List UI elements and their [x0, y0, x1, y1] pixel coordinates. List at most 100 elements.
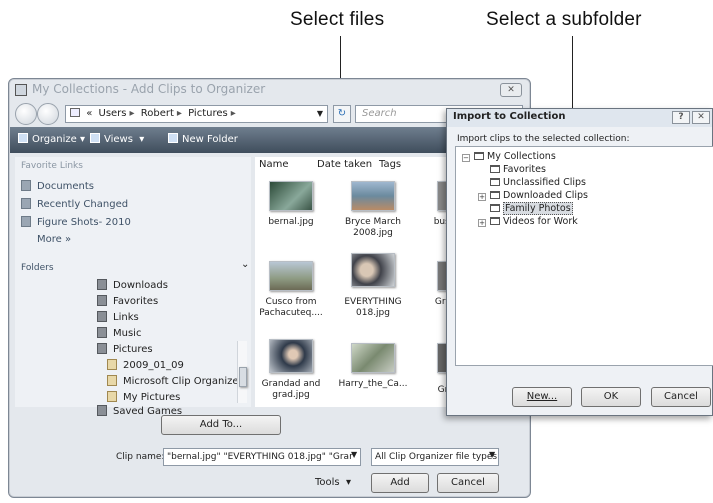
pictures-folder-icon: [97, 343, 107, 354]
favorite-documents[interactable]: Documents: [21, 180, 94, 192]
file-thumbnail-everything[interactable]: [351, 253, 395, 287]
documents-icon: [21, 180, 31, 191]
collection-tree[interactable]: − My Collections Favorites Unclassified …: [455, 146, 713, 366]
bottom-controls: Add To... Clip name: "bernal.jpg" "EVERY…: [9, 409, 530, 497]
clip-name-field[interactable]: "bernal.jpg" "EVERYTHING 018.jpg" "Grar: [163, 448, 361, 466]
ok-button[interactable]: OK: [581, 387, 641, 407]
tree-node-unclassified-clips[interactable]: Unclassified Clips: [490, 177, 586, 188]
file-name-grandad[interactable]: Grandad and grad.jpg: [251, 379, 331, 401]
tree-node-my-collections[interactable]: My Collections: [474, 151, 556, 162]
folder-label: Favorites: [113, 296, 159, 307]
folder-icon: [97, 295, 107, 306]
folder-pictures[interactable]: Pictures: [97, 343, 153, 355]
forward-button[interactable]: [37, 103, 59, 125]
help-button[interactable]: ?: [672, 111, 690, 124]
file-thumbnail-cusco[interactable]: [269, 261, 313, 291]
folder-icon: [97, 311, 107, 322]
address-segment-robert[interactable]: Robert: [141, 108, 174, 119]
tree-node-label: My Collections: [487, 151, 556, 162]
title-bar: My Collections - Add Clips to Organizer …: [9, 79, 530, 101]
collapse-folders-chevron[interactable]: ⌄: [241, 259, 249, 270]
callout-select-files: Select files: [290, 9, 385, 30]
file-name-cusco[interactable]: Cusco from Pachacuteq....: [251, 297, 331, 319]
column-name[interactable]: Name: [259, 159, 289, 170]
dialog-title: Import to Collection: [453, 111, 566, 122]
recent-icon: [21, 198, 31, 209]
collection-folder-icon: [490, 191, 500, 199]
file-name-bryce-march[interactable]: Bryce March 2008.jpg: [333, 217, 413, 239]
expand-videos-for-work-icon[interactable]: +: [478, 219, 486, 227]
folder-music[interactable]: Music: [97, 327, 141, 339]
folder-favorites[interactable]: Favorites: [97, 295, 158, 307]
collapse-my-collections-icon[interactable]: −: [462, 154, 470, 162]
folders-heading[interactable]: Folders: [21, 263, 54, 273]
tree-node-downloaded-clips[interactable]: Downloaded Clips: [490, 190, 588, 201]
address-bar[interactable]: « Users ▸ Robert ▸ Pictures ▸ ▼: [65, 105, 328, 123]
folder-label: Microsoft Clip Organizer: [123, 376, 243, 387]
organize-icon: [18, 133, 28, 143]
search-placeholder: Search: [362, 108, 397, 119]
folder-2009-01-09[interactable]: 2009_01_09: [107, 359, 184, 371]
clip-name-dropdown-arrow[interactable]: ▼: [351, 450, 357, 459]
favorite-figure-shots[interactable]: Figure Shots- 2010: [21, 216, 131, 228]
views-button[interactable]: Views ▾: [90, 133, 144, 145]
folder-links[interactable]: Links: [97, 311, 139, 323]
tree-node-label: Unclassified Clips: [503, 177, 586, 188]
favorite-label: Figure Shots- 2010: [37, 217, 131, 228]
refresh-button[interactable]: ↻: [333, 105, 351, 123]
clip-name-value: "bernal.jpg" "EVERYTHING 018.jpg" "Grar: [167, 452, 353, 462]
file-name-everything[interactable]: EVERYTHING 018.jpg: [333, 297, 413, 319]
folder-my-pictures[interactable]: My Pictures: [107, 391, 180, 403]
organize-button[interactable]: Organize ▾: [18, 133, 85, 145]
collection-folder-icon: [474, 152, 484, 160]
address-dropdown-arrow[interactable]: ▼: [317, 106, 323, 122]
favorite-recently-changed[interactable]: Recently Changed: [21, 198, 128, 210]
address-folder-icon: [70, 108, 80, 117]
new-collection-button[interactable]: New...: [512, 387, 572, 407]
folder-label: Links: [113, 312, 139, 323]
folder-downloads[interactable]: Downloads: [97, 279, 168, 291]
new-collection-label: New...: [526, 391, 558, 402]
tree-node-favorites[interactable]: Favorites: [490, 164, 546, 175]
file-type-dropdown-arrow[interactable]: ▼: [489, 450, 495, 459]
address-segment-users[interactable]: Users: [99, 108, 127, 119]
folder-microsoft-clip-organizer[interactable]: Microsoft Clip Organizer: [107, 375, 243, 387]
file-thumbnail-bryce-march[interactable]: [351, 181, 395, 211]
new-folder-icon: [168, 133, 178, 143]
chevron-right-icon: ▸: [230, 108, 236, 119]
expand-downloaded-clips-icon[interactable]: +: [478, 193, 486, 201]
file-name-bernal[interactable]: bernal.jpg: [251, 217, 331, 228]
folder-label: 2009_01_09: [123, 360, 184, 371]
close-button[interactable]: ✕: [500, 83, 522, 97]
cancel-button[interactable]: Cancel: [437, 473, 499, 493]
file-thumbnail-harry[interactable]: [351, 343, 395, 373]
folders-scrollbar[interactable]: [237, 341, 247, 403]
new-folder-button[interactable]: New Folder: [168, 133, 238, 145]
navigation-pane: Favorite Links Documents Recently Change…: [15, 157, 251, 417]
add-to-button[interactable]: Add To...: [161, 415, 281, 435]
address-overflow[interactable]: «: [86, 108, 92, 119]
favorites-more-link[interactable]: More »: [37, 234, 71, 245]
tree-node-videos-for-work[interactable]: Videos for Work: [490, 216, 578, 227]
file-name-harry[interactable]: Harry_the_Ca...: [333, 379, 413, 390]
back-button[interactable]: [15, 103, 37, 125]
add-button[interactable]: Add: [371, 473, 429, 493]
address-segment-pictures[interactable]: Pictures: [188, 108, 228, 119]
file-thumbnail-bernal[interactable]: [269, 181, 313, 211]
tools-button[interactable]: Tools ▾: [315, 477, 351, 488]
column-tags[interactable]: Tags: [379, 159, 401, 170]
file-type-select[interactable]: All Clip Organizer file types (*: [371, 448, 499, 466]
window-title: My Collections - Add Clips to Organizer: [32, 82, 266, 96]
tree-node-label: Downloaded Clips: [503, 190, 589, 201]
music-folder-icon: [97, 327, 107, 338]
favorite-label: Recently Changed: [37, 199, 129, 210]
file-thumbnail-grandad[interactable]: [269, 339, 313, 373]
tree-node-family-photos[interactable]: Family Photos: [490, 202, 573, 215]
collection-folder-icon: [490, 178, 500, 186]
column-date-taken[interactable]: Date taken: [317, 159, 372, 170]
scrollbar-thumb[interactable]: [239, 367, 247, 387]
dialog-close-button[interactable]: ✕: [692, 111, 710, 124]
dialog-cancel-button[interactable]: Cancel: [651, 387, 711, 407]
clip-name-label: Clip name:: [116, 452, 165, 462]
folder-icon: [21, 216, 31, 227]
